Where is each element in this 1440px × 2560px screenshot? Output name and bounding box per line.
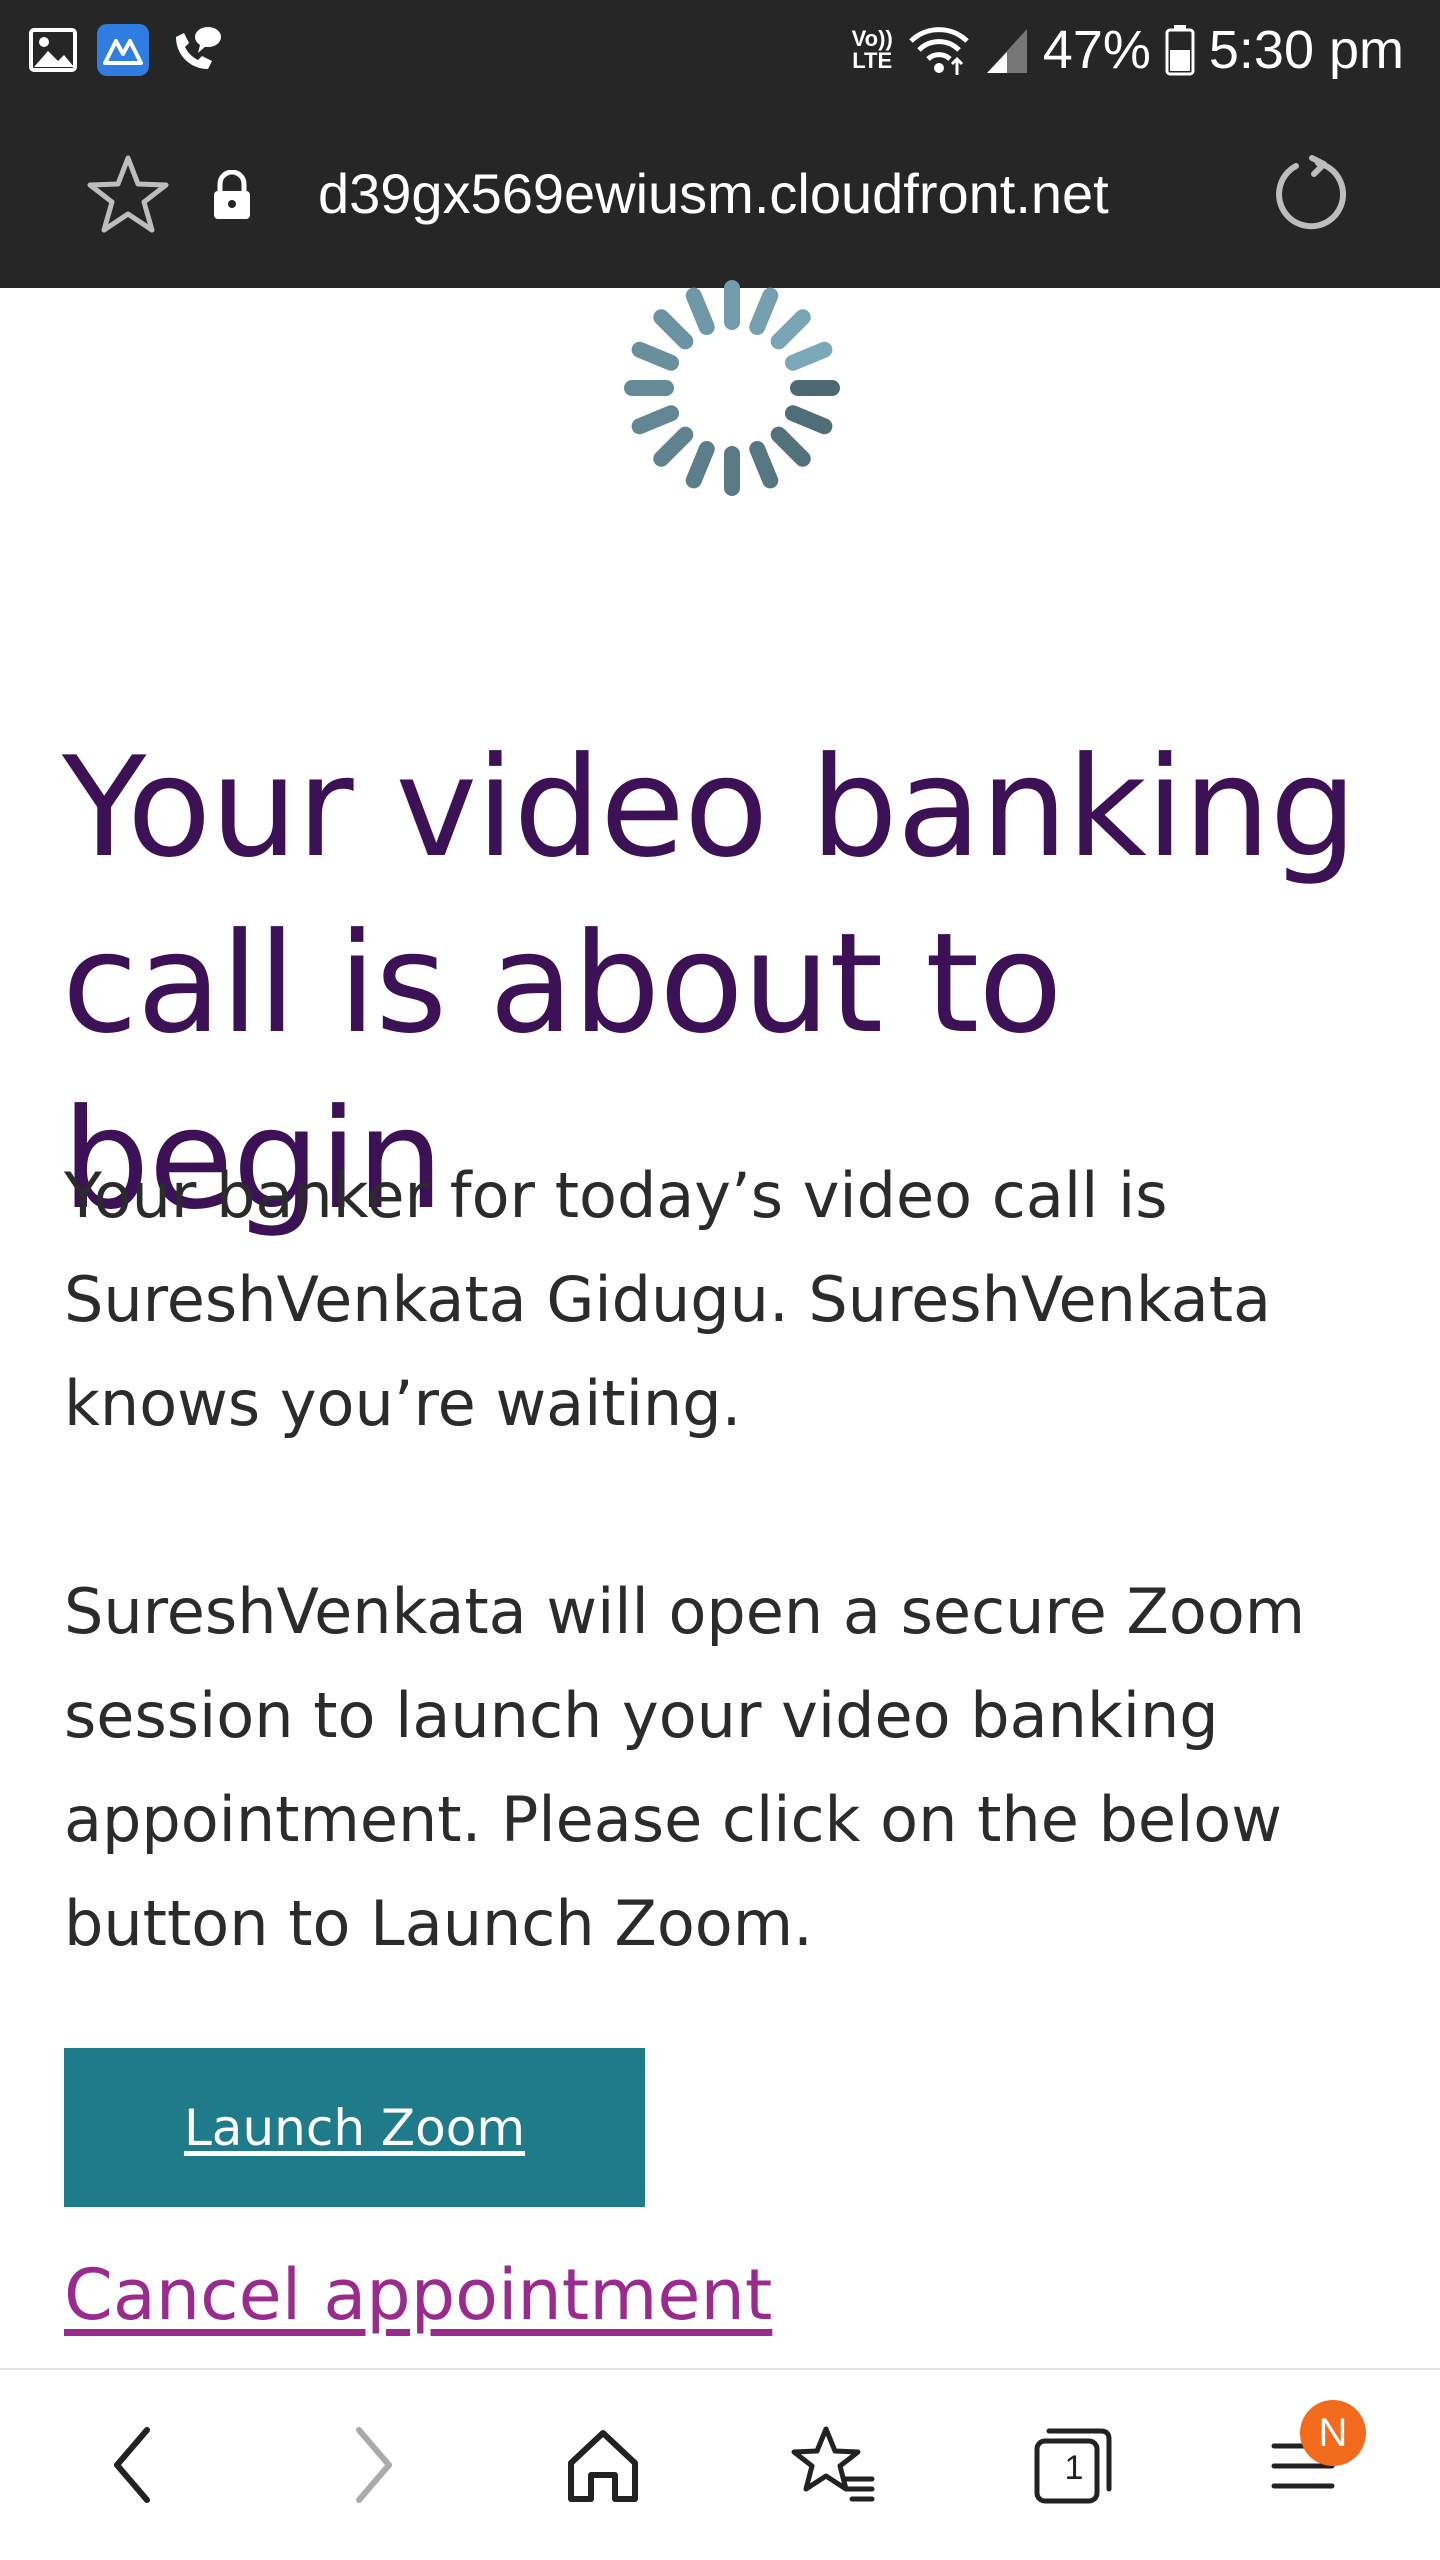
battery-percent: 47% [1042,20,1151,80]
url-field[interactable]: d39gx569ewiusm.cloudfront.net [318,156,1109,232]
notification-badge: N [1300,2400,1366,2466]
status-right-icons: Vo)) LTE 47% 5:30 pm [852,12,1404,88]
zoom-instructions-text: SureshVenkata will open a secure Zoom se… [64,1575,1306,1960]
app-icon [97,24,149,76]
launch-zoom-button[interactable]: Launch Zoom [64,2048,645,2207]
spinner-segment [784,341,833,371]
bookmarks-button[interactable] [778,2410,888,2520]
clock: 5:30 pm [1208,20,1404,80]
spinner-segment [631,405,680,435]
spinner-segment [685,287,715,336]
spinner-segment [770,426,811,467]
spinner-segment [653,309,694,350]
back-button[interactable] [78,2410,188,2520]
status-left-icons [28,20,224,80]
gallery-icon [29,28,77,72]
battery-icon [1165,25,1195,76]
call-icon [176,27,221,69]
spinner-segment [685,440,715,489]
spinner-segment [770,309,811,350]
volte-bottom-label: LTE [852,48,893,73]
banker-info-text: Your banker for today’s video call is Su… [64,1159,1272,1440]
cancel-appointment-link[interactable]: Cancel appointment [64,2250,772,2340]
tabs-count: 1 [1064,2449,1084,2487]
forward-button[interactable] [318,2410,428,2520]
spinner-segment [749,440,779,489]
home-icon [568,2430,638,2502]
home-button[interactable] [548,2410,658,2520]
loading-spinner-icon [624,280,840,496]
spinner-segment [784,405,833,435]
tabs-button[interactable]: 1 [1018,2410,1128,2520]
lock-icon [214,170,250,219]
back-icon [114,2427,150,2503]
forward-icon [356,2427,392,2503]
menu-button[interactable]: N [1248,2400,1366,2520]
spinner-segment [749,287,779,336]
bookmarks-icon [791,2426,875,2502]
reload-icon[interactable] [1272,154,1352,234]
spinner-segment [631,341,680,371]
wifi-icon [909,27,969,75]
browser-bottom-nav: 1 N [0,2368,1440,2560]
spinner-segment [653,426,694,467]
volte-indicator: Vo)) LTE [852,28,893,72]
status-bar: Vo)) LTE 47% 5:30 pm [0,0,1440,100]
browser-address-bar: d39gx569ewiusm.cloudfront.net [0,100,1440,288]
launch-zoom-label: Launch Zoom [183,2098,526,2157]
signal-icon [986,29,1027,73]
star-icon[interactable] [86,152,170,236]
volte-top-label: Vo)) [851,26,893,51]
